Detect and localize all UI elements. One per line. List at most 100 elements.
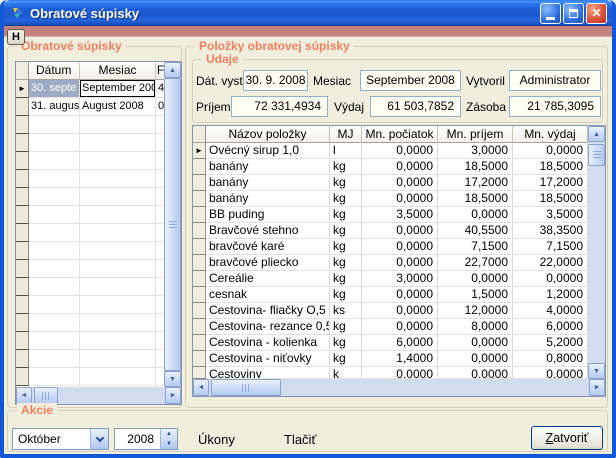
items-grid-hscrollbar[interactable]: ◄ ►: [193, 379, 605, 396]
vytvoril-field[interactable]: Administrator: [509, 70, 601, 91]
items-grid-row[interactable]: banánykg0,000017,200017,2000: [193, 175, 588, 191]
scroll-right-button[interactable]: ►: [589, 379, 605, 396]
row-indicator-cell: [193, 303, 206, 319]
datum-cell: [29, 350, 80, 368]
arrow-right-icon: ►: [170, 392, 177, 399]
minimize-button[interactable]: [540, 3, 561, 24]
scroll-up-button[interactable]: ▲: [164, 62, 181, 78]
scroll-thumb[interactable]: [211, 379, 281, 396]
datum-cell: [29, 242, 80, 260]
items-grid-row[interactable]: Cestovina - niťovkykg1,40000,00000,8000: [193, 351, 588, 367]
dates-grid-empty-row: [16, 368, 166, 386]
mn-vydaj-cell: 6,0000: [513, 319, 588, 335]
dates-grid-vscrollbar[interactable]: ▲ ▼: [164, 62, 181, 387]
mn-vydaj-cell: 17,2000: [513, 175, 588, 191]
titlebar[interactable]: Obratové súpisky ✕: [4, 0, 612, 26]
name-cell: Cestovina- fliačky O,5: [206, 303, 330, 319]
datum-cell: [29, 134, 80, 152]
mn-vydaj-cell: 3,5000: [513, 207, 588, 223]
scroll-thumb[interactable]: [34, 387, 58, 404]
mj-cell: kg: [330, 207, 362, 223]
grip-icon: [242, 384, 250, 392]
mesiac-cell: [80, 170, 156, 188]
name-cell: Cestoviny: [206, 367, 330, 379]
prijem-field[interactable]: 72 331,4934: [231, 96, 328, 117]
items-grid-row[interactable]: ►Ovécný sirup 1,0l0,00003,00000,0000: [193, 143, 588, 159]
mn-pociatok-cell: 0,0000: [362, 159, 438, 175]
row-indicator-cell: [193, 175, 206, 191]
items-grid-row[interactable]: Bravčové stehnokg0,000040,550038,3500: [193, 223, 588, 239]
window-title: Obratové súpisky: [30, 6, 535, 21]
name-cell: banány: [206, 159, 330, 175]
mn-prijem-cell: 0,0000: [438, 207, 513, 223]
vydaj-field[interactable]: 61 503,7852: [370, 96, 461, 117]
ukony-menu[interactable]: Úkony: [198, 432, 235, 447]
items-grid-col-4[interactable]: Mn. výdaj: [513, 126, 588, 143]
items-grid-row[interactable]: cesnakkg0,00001,50001,2000: [193, 287, 588, 303]
items-grid-row[interactable]: Cestovina - kolienkakg6,00000,00005,2000: [193, 335, 588, 351]
row-indicator-cell: [16, 332, 29, 350]
items-grid-col-0[interactable]: Názov položky: [206, 126, 330, 143]
tlacit-menu[interactable]: Tlačiť: [284, 432, 316, 447]
mesiac-cell: [80, 152, 156, 170]
name-cell: Cestovina- rezance 0,5: [206, 319, 330, 335]
items-grid-row[interactable]: bravčové karékg0,00007,15007,1500: [193, 239, 588, 255]
items-grid-col-1[interactable]: MJ: [330, 126, 362, 143]
scroll-track[interactable]: [588, 142, 605, 363]
dates-grid-empty-row: [16, 278, 166, 296]
month-combobox[interactable]: Október: [12, 428, 109, 450]
mesiac-label: Mesiac: [313, 74, 351, 88]
dates-grid-row[interactable]: ►30. septeSeptember 20084: [16, 80, 166, 98]
items-grid-row[interactable]: Cestovina- fliačky O,5ks0,000012,00004,0…: [193, 303, 588, 319]
combobox-dropdown-button[interactable]: [90, 429, 108, 449]
datum-cell: [29, 260, 80, 278]
zatvorit-button[interactable]: Zatvoriť: [531, 426, 603, 450]
dates-grid-col-mesiac[interactable]: Mesiac: [80, 62, 156, 80]
items-grid-col-3[interactable]: Mn. príjem: [438, 126, 513, 143]
mesiac-field[interactable]: September 2008: [360, 70, 461, 91]
mn-pociatok-cell: 0,0000: [362, 255, 438, 271]
scroll-right-button[interactable]: ►: [165, 387, 181, 404]
mj-cell: ks: [330, 303, 362, 319]
year-spinner-value: 2008: [115, 432, 160, 446]
close-button[interactable]: ✕: [586, 3, 607, 24]
items-grid-vscrollbar[interactable]: ▲ ▼: [588, 126, 605, 379]
items-grid-row[interactable]: BB pudingkg3,50000,00003,5000: [193, 207, 588, 223]
row-indicator-cell: ►: [16, 80, 29, 98]
year-spinner[interactable]: 2008 ▲ ▼: [114, 428, 178, 450]
year-spinner-buttons[interactable]: ▲ ▼: [160, 429, 177, 449]
scroll-left-button[interactable]: ◄: [193, 379, 209, 396]
items-grid-row[interactable]: banánykg0,000018,500018,5000: [193, 159, 588, 175]
dates-grid-hscrollbar[interactable]: ◄ ►: [16, 387, 181, 404]
dat-vyst-field[interactable]: 30. 9. 2008: [243, 70, 308, 91]
mesiac-cell: [80, 332, 156, 350]
h-button[interactable]: H: [7, 29, 25, 45]
scroll-track[interactable]: [32, 387, 165, 404]
spin-down-icon[interactable]: ▼: [161, 439, 177, 449]
mesiac-cell: [80, 314, 156, 332]
scroll-thumb[interactable]: [164, 78, 181, 371]
scroll-down-button[interactable]: ▼: [588, 363, 605, 379]
items-grid-row[interactable]: banánykg0,000018,500018,5000: [193, 191, 588, 207]
dates-grid-col-datum[interactable]: Dátum: [29, 62, 80, 80]
scroll-down-button[interactable]: ▼: [164, 371, 181, 387]
items-grid-col-2[interactable]: Mn. počiatok: [362, 126, 438, 143]
maximize-button[interactable]: [563, 3, 584, 24]
items-grid-row[interactable]: bravčové plieckokg0,000022,700022,0000: [193, 255, 588, 271]
zasoba-field[interactable]: 21 785,3095: [509, 96, 601, 117]
mn-vydaj-cell: 1,2000: [513, 287, 588, 303]
vytvoril-label: Vytvoril: [466, 74, 505, 88]
dates-grid-empty-row: [16, 170, 166, 188]
items-grid-row[interactable]: Cestovina- rezance 0,5kg0,00008,00006,00…: [193, 319, 588, 335]
scroll-up-button[interactable]: ▲: [588, 126, 605, 142]
scroll-track[interactable]: [209, 379, 589, 396]
scroll-track[interactable]: [164, 78, 181, 371]
spin-up-icon[interactable]: ▲: [161, 429, 177, 439]
scroll-thumb[interactable]: [588, 144, 605, 166]
name-cell: bravčové pliecko: [206, 255, 330, 271]
items-grid-row[interactable]: Cereáliekg3,00000,00000,0000: [193, 271, 588, 287]
scroll-left-button[interactable]: ◄: [16, 387, 32, 404]
mesiac-cell: [80, 134, 156, 152]
mn-pociatok-cell: 3,5000: [362, 207, 438, 223]
dates-grid-row[interactable]: 31. augusAugust 20080: [16, 98, 166, 116]
